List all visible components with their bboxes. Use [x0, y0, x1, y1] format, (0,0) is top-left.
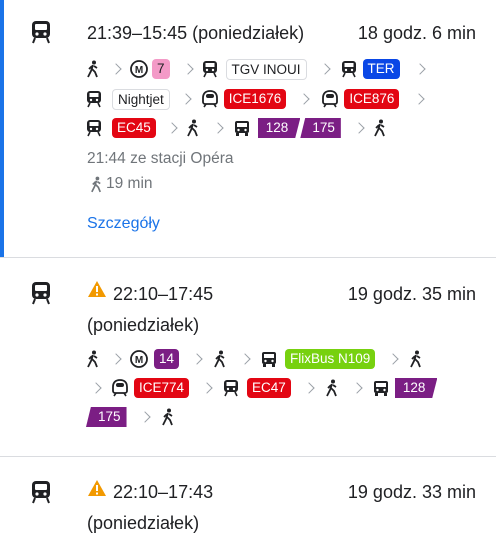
highspeed-train-icon	[322, 90, 339, 108]
bus-line-badge: 128	[394, 378, 438, 398]
train-icon	[202, 61, 217, 78]
route-duration: 18 godz. 6 min	[357, 23, 476, 43]
route-time: 21:39–15:45 (poniedziałek)	[87, 23, 305, 43]
route-option-3[interactable]: 22:10–17:43 (poniedziałek) 19 godz. 33 m…	[0, 457, 496, 536]
chevron-right-icon	[180, 93, 192, 105]
route-day: (poniedziałek)	[87, 315, 200, 335]
train-icon	[341, 61, 356, 78]
chevron-right-icon	[166, 122, 178, 134]
bus-icon	[262, 352, 277, 367]
bus-icon	[373, 381, 388, 396]
chevron-right-icon	[298, 93, 310, 105]
metro-icon: M	[130, 60, 148, 78]
ec-badge: EC47	[247, 378, 291, 398]
train-icon	[87, 91, 101, 108]
route-duration: 19 godz. 35 min	[347, 284, 476, 304]
train-icon	[224, 380, 239, 397]
flixbus-badge: FlixBus N109	[285, 349, 376, 369]
walk-icon	[374, 119, 385, 137]
chevron-right-icon	[413, 63, 426, 75]
chevron-right-icon	[303, 382, 315, 394]
route-time: 22:10–17:45	[113, 284, 214, 304]
walk-icon	[326, 379, 337, 397]
route-day: (poniedziałek)	[87, 513, 200, 533]
train-icon	[32, 282, 50, 305]
train-icon	[32, 21, 50, 44]
chevron-right-icon	[191, 353, 203, 365]
walk-icon	[91, 176, 101, 193]
metro-line-badge: 14	[154, 349, 180, 369]
chevron-right-icon	[353, 122, 365, 134]
route-time: 22:10–17:43	[113, 482, 214, 502]
highspeed-train-icon	[112, 379, 128, 397]
metro-line-badge: 7	[152, 59, 170, 79]
departure-info: 21:44 ze stacji Opéra	[87, 150, 234, 167]
bus-line-badge: 175	[86, 407, 127, 427]
warning-icon	[88, 480, 106, 496]
walk-icon	[87, 350, 98, 368]
walk-icon	[161, 408, 173, 426]
details-link[interactable]: Szczegóły	[87, 215, 160, 233]
ec-badge: EC45	[112, 118, 156, 138]
warning-icon	[88, 281, 106, 297]
route-option-1[interactable]: 21:39–15:45 (poniedziałek) 18 godz. 6 mi…	[0, 0, 496, 257]
train-icon	[87, 120, 101, 137]
tgv-badge: TGV INOUI	[225, 58, 307, 80]
chevron-right-icon	[181, 63, 194, 75]
chevron-right-icon	[90, 382, 102, 394]
chevron-right-icon	[351, 382, 363, 394]
walk-icon	[87, 60, 98, 78]
metro-icon: M	[130, 350, 148, 368]
nightjet-badge: Nightjet	[112, 88, 170, 110]
ice-badge: ICE876	[344, 89, 400, 109]
bus-line-badge: 128	[257, 118, 301, 138]
highspeed-train-icon	[201, 90, 218, 108]
chevron-right-icon	[212, 122, 224, 134]
route-option-2[interactable]: 22:10–17:45 (poniedziałek) 19 godz. 35 m…	[0, 258, 496, 456]
walk-icon	[214, 350, 225, 368]
walk-duration: 19 min	[106, 175, 153, 192]
walk-icon	[186, 119, 198, 137]
svg-text:M: M	[135, 355, 143, 366]
bus-line-badge: 175	[300, 118, 341, 138]
ice-badge: ICE1676	[223, 89, 287, 109]
chevron-right-icon	[318, 63, 331, 75]
bus-icon	[234, 121, 249, 136]
chevron-right-icon	[110, 353, 122, 365]
chevron-right-icon	[201, 382, 213, 394]
train-icon	[32, 481, 50, 504]
chevron-right-icon	[110, 63, 122, 75]
ice-badge: ICE774	[134, 378, 190, 398]
walk-icon	[410, 350, 422, 368]
chevron-right-icon	[138, 411, 151, 423]
svg-text:M: M	[135, 65, 143, 76]
route-duration: 19 godz. 33 min	[347, 482, 476, 502]
ter-badge: TER	[362, 59, 400, 79]
chevron-right-icon	[413, 93, 426, 105]
chevron-right-icon	[387, 353, 399, 365]
chevron-right-icon	[239, 353, 251, 365]
